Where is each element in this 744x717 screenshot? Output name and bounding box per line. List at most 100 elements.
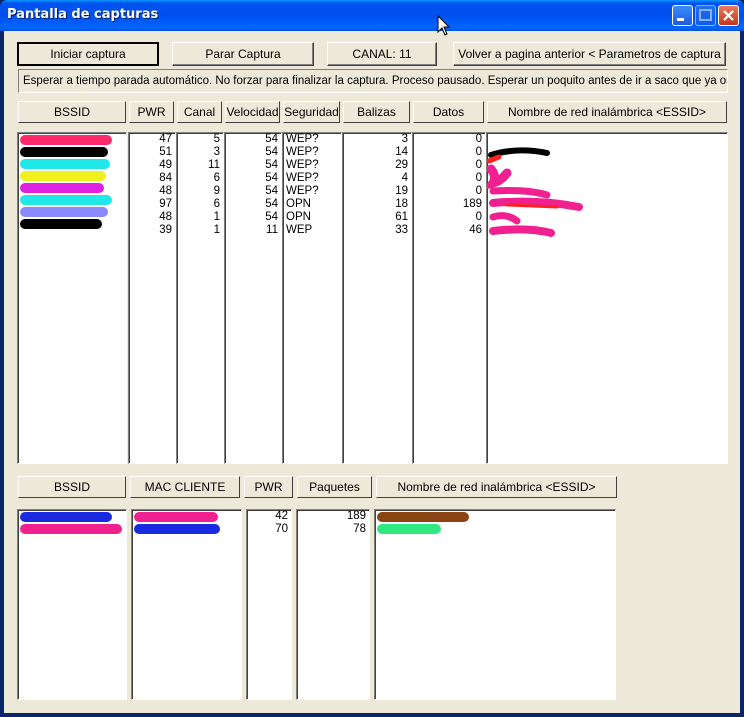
header-pwr[interactable]: PWR	[129, 101, 174, 123]
clients-pwr-list[interactable]: 42 70	[246, 509, 292, 700]
network-balizas-cell: 3	[401, 133, 408, 145]
network-pwr-cell: 97	[159, 198, 172, 210]
clients-paquetes-list[interactable]: 189 78	[296, 509, 370, 700]
client-paquetes-cell: 189	[346, 510, 366, 522]
network-seguridad-cell: WEP	[286, 224, 313, 236]
client-header-mac[interactable]: MAC CLIENTE	[130, 476, 240, 498]
client-pwr-cell: 42	[275, 510, 288, 522]
bssid-redaction	[20, 219, 102, 229]
clients-bssid-list[interactable]	[17, 509, 127, 700]
clients-essid-list[interactable]	[374, 509, 616, 700]
network-pwr-cell: 39	[159, 224, 172, 236]
network-canal-cell: 3	[213, 146, 220, 158]
network-canal-cell: 6	[213, 172, 220, 184]
network-datos-cell: 189	[462, 198, 482, 210]
network-datos-cell: 46	[469, 224, 482, 236]
network-pwr-cell: 48	[159, 211, 172, 223]
network-balizas-cell: 18	[395, 198, 408, 210]
bssid-redaction	[20, 207, 108, 217]
network-datos-cell: 0	[475, 211, 482, 223]
networks-canal-list[interactable]: 5 3 11 6 9 6 1 1	[176, 132, 224, 464]
clients-mac-list[interactable]	[131, 509, 242, 700]
client-essid-redaction	[377, 524, 441, 534]
networks-velocidad-list[interactable]: 54 54 54 54 54 54 54 11	[224, 132, 282, 464]
header-seguridad[interactable]: Seguridad	[283, 101, 340, 123]
capture-panel: Iniciar captura Parar Captura CANAL: 11 …	[4, 31, 740, 713]
client-mac-redaction	[134, 524, 220, 534]
window-title: Pantalla de capturas	[7, 7, 159, 22]
channel-display: CANAL: 11	[327, 42, 437, 66]
network-velocidad-cell: 54	[265, 198, 278, 210]
maximize-icon	[699, 9, 712, 21]
start-capture-button[interactable]: Iniciar captura	[17, 42, 159, 66]
network-pwr-cell: 48	[159, 185, 172, 197]
network-datos-cell: 0	[475, 172, 482, 184]
client-header-paquetes[interactable]: Paquetes	[297, 476, 372, 498]
back-to-parameters-button[interactable]: Volver a pagina anterior < Parametros de…	[453, 42, 726, 83]
client-header-essid[interactable]: Nombre de red inalámbrica <ESSID>	[376, 476, 617, 498]
network-datos-cell: 0	[475, 185, 482, 197]
header-balizas[interactable]: Balizas	[343, 101, 410, 123]
network-seguridad-cell: WEP?	[286, 146, 319, 158]
essid-redaction-scribble	[487, 147, 583, 237]
network-seguridad-cell: WEP?	[286, 133, 319, 145]
network-canal-cell: 1	[213, 211, 220, 223]
maximize-button[interactable]	[695, 5, 716, 26]
mouse-cursor-icon	[437, 15, 451, 36]
status-message: Esperar a tiempo parada automático. No f…	[18, 69, 728, 93]
network-seguridad-cell: WEP?	[286, 172, 319, 184]
minimize-button[interactable]	[672, 5, 693, 26]
client-header-bssid[interactable]: BSSID	[18, 476, 126, 498]
network-pwr-cell: 49	[159, 159, 172, 171]
close-button[interactable]	[718, 5, 739, 26]
stop-capture-button[interactable]: Parar Captura	[172, 42, 314, 66]
network-balizas-cell: 33	[395, 224, 408, 236]
header-canal[interactable]: Canal	[177, 101, 222, 123]
network-seguridad-cell: OPN	[286, 198, 311, 210]
network-datos-cell: 0	[475, 159, 482, 171]
client-bssid-redaction	[20, 512, 112, 522]
network-balizas-cell: 14	[395, 146, 408, 158]
client-pwr-cell: 70	[275, 523, 288, 535]
network-velocidad-cell: 11	[266, 224, 278, 236]
header-velocidad[interactable]: Velocidad	[225, 101, 280, 123]
network-canal-cell: 5	[213, 133, 220, 145]
title-bar[interactable]: Pantalla de capturas	[0, 0, 744, 31]
network-seguridad-cell: WEP?	[286, 159, 319, 171]
header-datos[interactable]: Datos	[413, 101, 484, 123]
network-velocidad-cell: 54	[265, 185, 278, 197]
networks-seguridad-list[interactable]: WEP? WEP? WEP? WEP? WEP? OPN OPN WEP	[282, 132, 342, 464]
network-pwr-cell: 51	[159, 146, 172, 158]
networks-datos-list[interactable]: 0 0 0 0 0 189 0 46	[412, 132, 486, 464]
bssid-redaction	[20, 183, 104, 193]
header-bssid[interactable]: BSSID	[18, 101, 126, 123]
network-pwr-cell: 47	[159, 133, 172, 145]
network-velocidad-cell: 54	[265, 159, 278, 171]
network-balizas-cell: 4	[401, 172, 408, 184]
main-window: Pantalla de capturas Iniciar captura Par…	[0, 0, 744, 717]
minimize-icon	[677, 18, 684, 21]
network-balizas-cell: 19	[395, 185, 408, 197]
networks-pwr-list[interactable]: 47 51 49 84 48 97 48 39	[128, 132, 176, 464]
network-seguridad-cell: WEP?	[286, 185, 319, 197]
close-icon	[723, 10, 734, 21]
networks-balizas-list[interactable]: 3 14 29 4 19 18 61 33	[342, 132, 412, 464]
bssid-redaction	[20, 159, 110, 169]
network-velocidad-cell: 54	[265, 172, 278, 184]
network-balizas-cell: 61	[395, 211, 408, 223]
network-pwr-cell: 84	[159, 172, 172, 184]
client-essid-redaction	[377, 512, 469, 522]
client-mac-redaction	[134, 512, 218, 522]
networks-bssid-list[interactable]	[17, 132, 127, 464]
network-velocidad-cell: 54	[265, 133, 278, 145]
network-balizas-cell: 29	[395, 159, 408, 171]
client-paquetes-cell: 78	[353, 523, 366, 535]
client-bssid-redaction	[20, 524, 122, 534]
networks-essid-list[interactable]	[486, 132, 728, 464]
network-canal-cell: 11	[208, 159, 220, 171]
header-essid[interactable]: Nombre de red inalámbrica <ESSID>	[487, 101, 727, 123]
network-velocidad-cell: 54	[265, 211, 278, 223]
client-header-pwr[interactable]: PWR	[244, 476, 293, 498]
network-canal-cell: 9	[213, 185, 220, 197]
network-canal-cell: 6	[213, 198, 220, 210]
